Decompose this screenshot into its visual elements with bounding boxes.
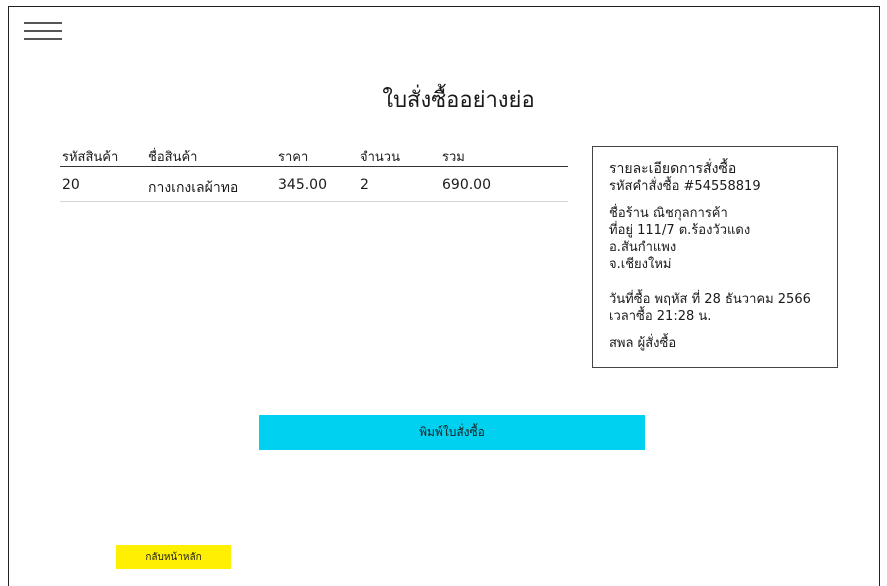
cell-quantity: 2: [360, 177, 369, 193]
order-date: วันที่ซื้อ พฤหัส ที่ 28 ธันวาคม 2566: [609, 292, 811, 307]
details-heading: รายละเอียดการสั่งซื้อ: [609, 161, 737, 177]
orderer-name: สพล ผู้สั่งซื้อ: [609, 336, 677, 351]
order-details-panel: รายละเอียดการสั่งซื้อ รหัสคำสั่งซื้อ #54…: [592, 146, 838, 368]
order-items-table: รหัสสินค้า ชื่อสินค้า ราคา จำนวน รวม 20 …: [60, 140, 568, 202]
table-row: 20 กางเกงเลผ้าทอ 345.00 2 690.00: [60, 167, 568, 202]
order-time: เวลาซื้อ 21:28 น.: [609, 309, 712, 324]
cell-total: 690.00: [442, 177, 491, 193]
page-title: ใบสั่งซื้ออย่างย่อ: [382, 88, 535, 113]
header-product-name: ชื่อสินค้า: [148, 150, 198, 165]
back-home-button[interactable]: กลับหน้าหลัก: [116, 545, 231, 569]
table-header: รหัสสินค้า ชื่อสินค้า ราคา จำนวน รวม: [60, 140, 568, 167]
cell-product-code: 20: [62, 177, 80, 193]
menu-line: [24, 30, 62, 32]
order-id: รหัสคำสั่งซื้อ #54558819: [609, 179, 761, 194]
hamburger-menu-icon[interactable]: [24, 20, 62, 42]
menu-line: [24, 38, 62, 40]
shop-name: ชื่อร้าน ณิชกุลการค้า: [609, 206, 728, 221]
address-line1: ที่อยู่ 111/7 ต.ร้องวัวแดง อ.สันกำแพง: [609, 223, 751, 255]
header-product-code: รหัสสินค้า: [62, 150, 119, 165]
address-line2: จ.เชียงใหม่: [609, 257, 672, 272]
print-order-button[interactable]: พิมพ์ใบสั่งซื้อ: [259, 415, 645, 450]
menu-line: [24, 22, 62, 24]
header-quantity: จำนวน: [360, 150, 400, 165]
cell-price: 345.00: [278, 177, 327, 193]
header-total: รวม: [442, 150, 465, 165]
cell-product-name: กางเกงเลผ้าทอ: [148, 180, 239, 196]
header-price: ราคา: [278, 150, 309, 165]
